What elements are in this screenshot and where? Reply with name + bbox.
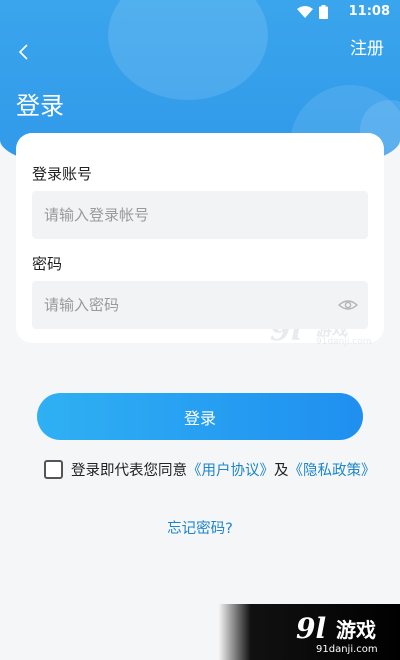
login-button[interactable]: 登录: [37, 393, 363, 440]
account-label: 登录账号: [32, 165, 93, 183]
status-bar: 11:08: [0, 0, 400, 26]
password-label: 密码: [32, 255, 63, 273]
agreement-text: 登录即代表您同意: [71, 462, 187, 479]
agreement-and: 及: [274, 462, 289, 479]
battery-icon: [319, 5, 328, 19]
back-button[interactable]: [14, 42, 34, 62]
bottom-watermark: 9l 游戏 91danji.com: [218, 604, 400, 660]
forgot-password-link[interactable]: 忘记密码?: [0, 517, 400, 538]
chevron-left-icon: [18, 44, 28, 60]
watermark-domain: 91danji.com: [316, 644, 378, 655]
watermark-domain: 91danji.com: [316, 337, 372, 347]
status-icons: [297, 5, 328, 19]
wifi-icon: [297, 5, 313, 18]
privacy-policy-link[interactable]: 《隐私政策》: [289, 459, 376, 480]
password-input[interactable]: [32, 281, 368, 329]
page-title: 登录: [16, 92, 64, 120]
agreement-row: 登录即代表您同意 《用户协议》 及 《隐私政策》: [44, 458, 376, 480]
user-agreement-link[interactable]: 《用户协议》: [187, 459, 274, 480]
account-input[interactable]: [32, 191, 368, 239]
agreement-checkbox[interactable]: [44, 459, 63, 479]
watermark-number: 9l: [296, 612, 327, 645]
register-link[interactable]: 注册: [350, 34, 384, 59]
eye-icon[interactable]: [338, 296, 358, 314]
login-form-card: 登录账号 9l 游戏 91danji.com 密码: [16, 133, 384, 348]
watermark-name: 游戏: [336, 618, 376, 642]
status-time: 11:08: [348, 4, 390, 19]
